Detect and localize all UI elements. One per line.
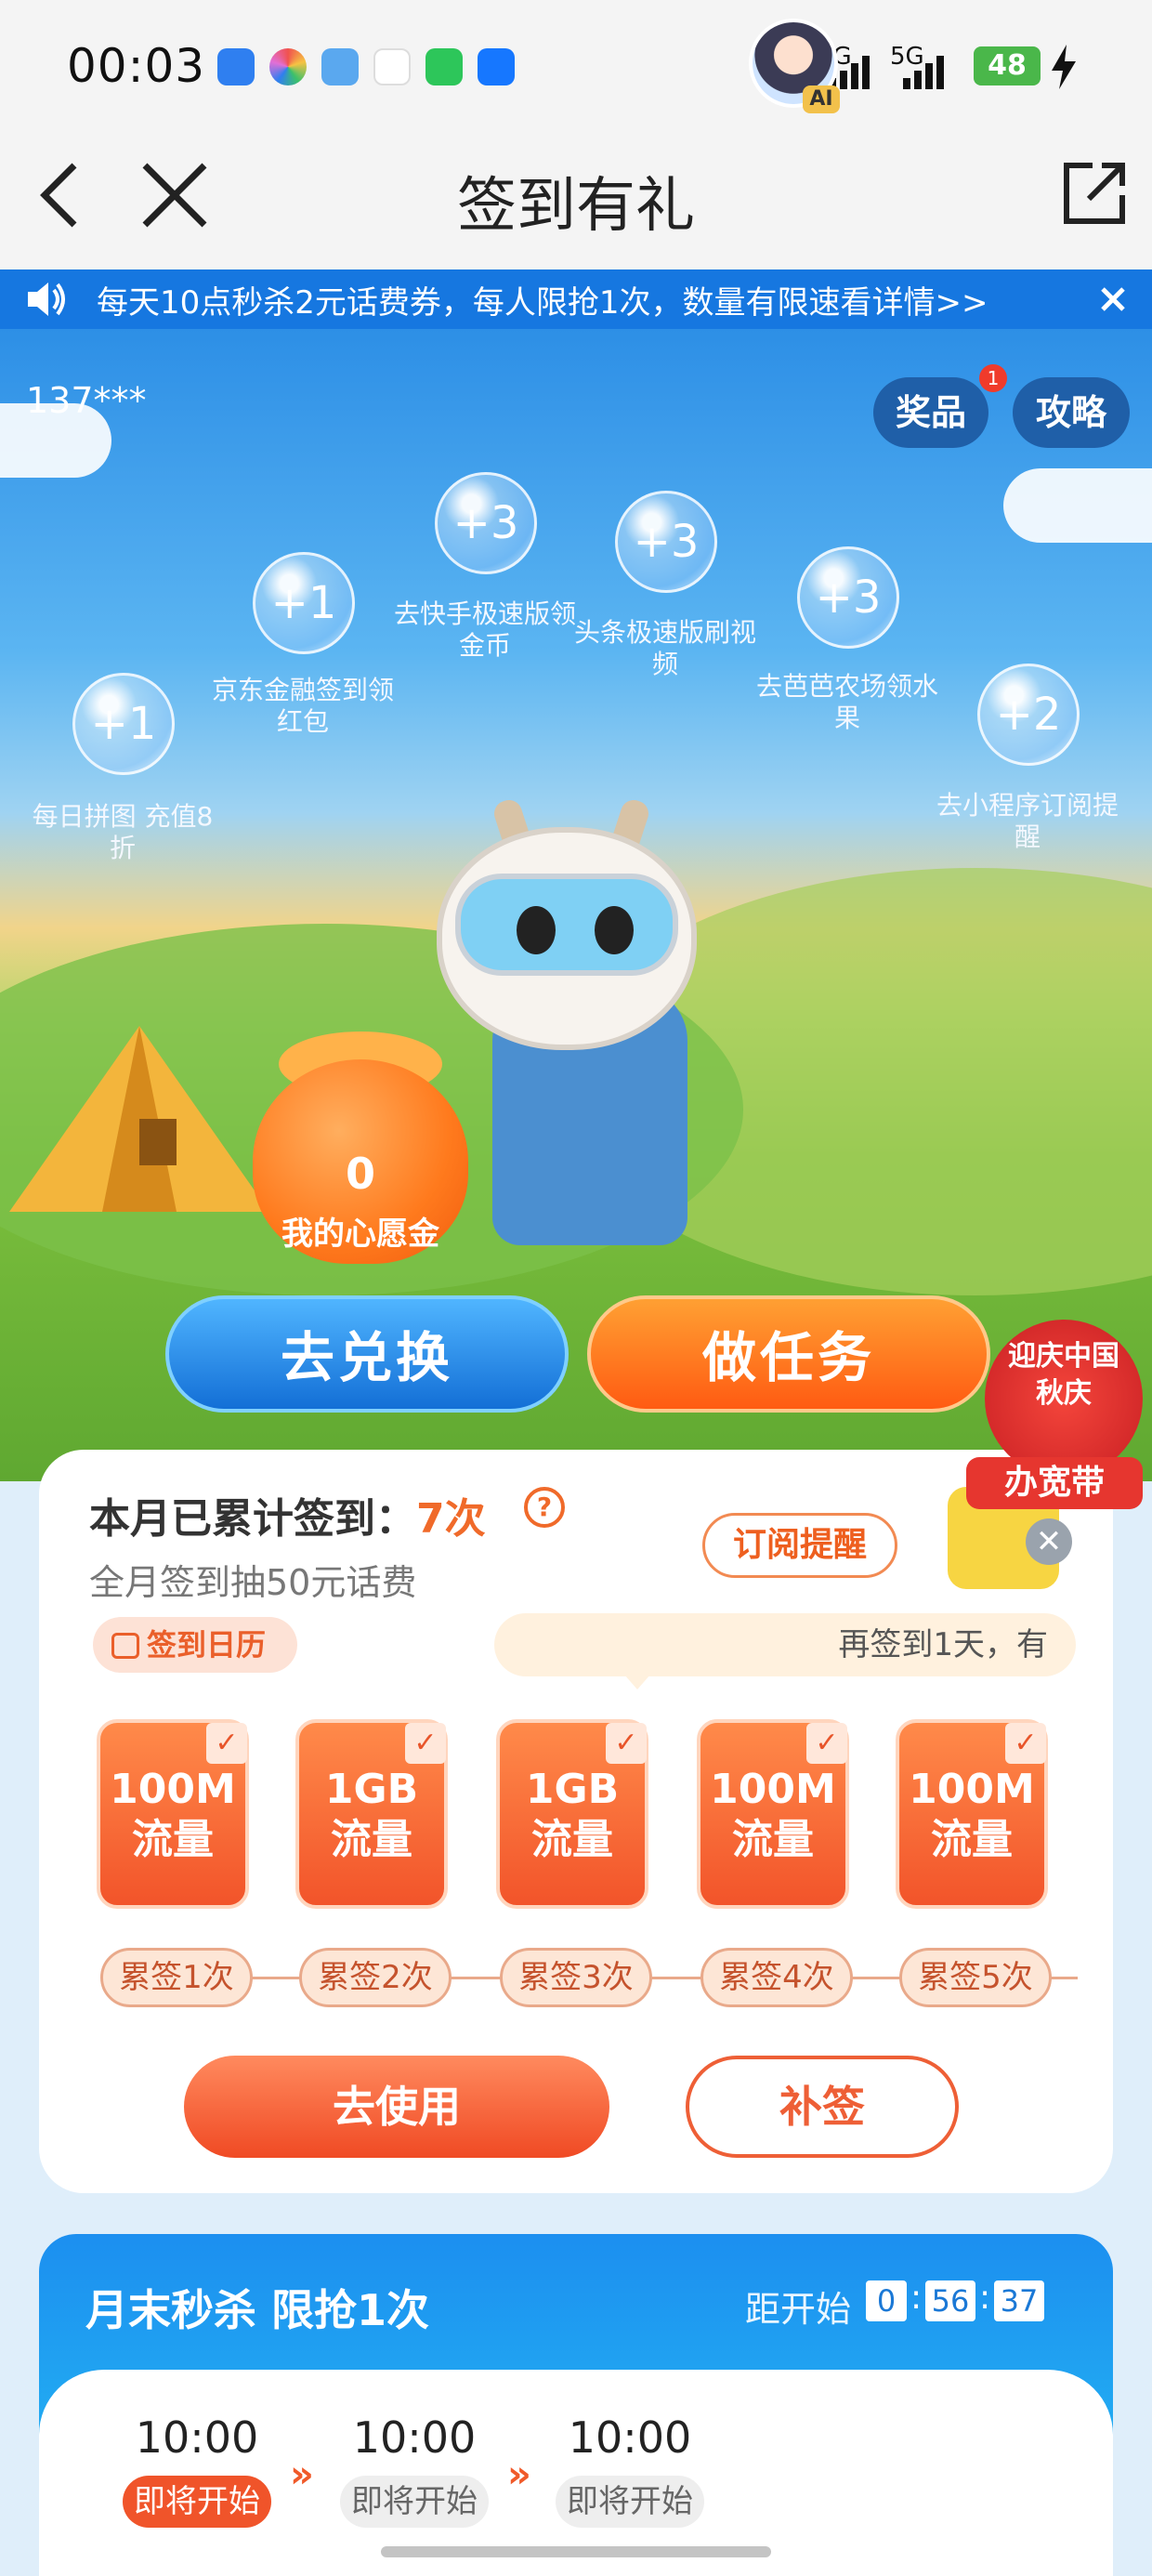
task-bubble-puzzle[interactable]: +1 xyxy=(72,673,175,775)
step-label: 累签2次 xyxy=(299,1948,452,2007)
home-indicator[interactable] xyxy=(381,2546,771,2557)
check-icon: ✓ xyxy=(405,1723,446,1764)
reward-amount: 100M xyxy=(110,1766,236,1813)
colorful-app-icon xyxy=(269,48,307,85)
signin-title-prefix: 本月已累计签到： xyxy=(89,1495,416,1543)
slot-time: 10:00 xyxy=(135,2412,259,2463)
makeup-signin-button[interactable]: 补签 xyxy=(686,2056,959,2158)
reward-amount: 100M xyxy=(909,1766,1035,1813)
reward-amount: 1GB xyxy=(525,1766,620,1813)
countdown-separator: : xyxy=(979,2279,991,2317)
task-label-puzzle: 每日拼图 充值8折 xyxy=(32,801,214,863)
alipay-app-icon xyxy=(478,48,515,85)
reward-unit: 流量 xyxy=(132,1816,214,1863)
flash-sale-slots xyxy=(39,2370,1113,2576)
speaker-icon xyxy=(26,281,69,322)
tip-arrow xyxy=(624,1675,650,1689)
countdown-seconds: 37 xyxy=(994,2280,1044,2321)
calendar-icon xyxy=(111,1633,139,1659)
mascot-eye xyxy=(517,906,556,954)
broadband-badge[interactable]: 办宽带 xyxy=(966,1457,1143,1509)
do-task-button[interactable]: 做任务 xyxy=(587,1295,990,1413)
countdown-separator: : xyxy=(910,2279,923,2317)
task-bubble-toutiao[interactable]: +3 xyxy=(615,491,717,593)
use-button[interactable]: 去使用 xyxy=(184,2056,609,2158)
notice-bar[interactable]: 每天10点秒杀2元话费券，每人限抢1次，数量有限速看详情>> xyxy=(0,269,1152,329)
slot-status-active[interactable]: 即将开始 xyxy=(123,2476,271,2528)
reward-amount: 1GB xyxy=(324,1766,419,1813)
task-bubble-farm[interactable]: +3 xyxy=(797,546,899,649)
wish-label: 我的心愿金 xyxy=(281,1216,439,1253)
cloud-decoration xyxy=(1003,468,1152,543)
slot-status[interactable]: 即将开始 xyxy=(340,2476,489,2528)
blue-app-icon xyxy=(217,48,255,85)
ai-tag: AI xyxy=(803,85,840,113)
charging-icon xyxy=(1050,45,1078,93)
help-icon[interactable]: ? xyxy=(524,1487,565,1528)
green-app-icon xyxy=(425,48,463,85)
signin-tip: 再签到1天，有 xyxy=(494,1613,1076,1676)
tent-icon xyxy=(0,1017,279,1225)
news-app-icon xyxy=(373,48,411,85)
signin-calendar-button[interactable]: 签到日历 xyxy=(93,1617,297,1673)
task-label-farm: 去芭芭农场领水果 xyxy=(755,671,938,733)
signin-subtitle: 全月签到抽50元话费 xyxy=(89,1562,417,1603)
arrow-icon: » xyxy=(290,2453,314,2496)
mascot-goggles xyxy=(455,874,678,976)
weather-app-icon xyxy=(321,48,359,85)
notice-close-icon[interactable] xyxy=(1100,286,1126,316)
badge-close-icon[interactable]: ✕ xyxy=(1026,1518,1072,1565)
countdown-label: 距开始 xyxy=(745,2289,852,2330)
share-icon[interactable] xyxy=(1059,158,1130,232)
reward-unit: 流量 xyxy=(931,1816,1013,1863)
user-phone: 137*** xyxy=(26,380,147,421)
task-label-kuaishou: 去快手极速版领金币 xyxy=(393,598,576,661)
signin-count: 7次 xyxy=(416,1495,486,1543)
signal-icon-2 xyxy=(901,56,948,93)
countdown-minutes: 56 xyxy=(925,2280,975,2321)
signin-title: 本月已累计签到：7次 xyxy=(89,1485,486,1544)
step-label: 累签5次 xyxy=(899,1948,1052,2007)
task-label-toutiao: 头条极速版刷视频 xyxy=(573,617,756,679)
slot-status[interactable]: 即将开始 xyxy=(556,2476,704,2528)
arrow-icon: » xyxy=(507,2453,531,2496)
status-time: 00:03 xyxy=(67,39,206,93)
reward-unit: 流量 xyxy=(331,1816,412,1863)
battery-indicator: 48 xyxy=(974,46,1041,85)
check-icon: ✓ xyxy=(1005,1723,1046,1764)
step-label: 累签3次 xyxy=(500,1948,652,2007)
prizes-button[interactable]: 奖品 xyxy=(873,377,988,448)
task-label-miniprogram: 去小程序订阅提醒 xyxy=(936,790,1119,852)
check-icon: ✓ xyxy=(206,1723,247,1764)
signin-calendar-label: 签到日历 xyxy=(147,1627,267,1663)
exchange-button[interactable]: 去兑换 xyxy=(165,1295,569,1413)
check-icon: ✓ xyxy=(806,1723,847,1764)
flash-sale-title: 月末秒杀 限抢1次 xyxy=(85,2285,430,2335)
mascot-eye xyxy=(595,906,634,954)
subscribe-reminder-button[interactable]: 订阅提醒 xyxy=(702,1513,897,1578)
slot-time: 10:00 xyxy=(568,2412,692,2463)
reward-unit: 流量 xyxy=(732,1816,814,1863)
reward-amount: 100M xyxy=(710,1766,836,1813)
countdown-hours: 0 xyxy=(866,2280,907,2321)
strategy-button[interactable]: 攻略 xyxy=(1013,377,1130,448)
task-bubble-jd[interactable]: +1 xyxy=(253,552,355,654)
task-bubble-miniprogram[interactable]: +2 xyxy=(977,664,1080,766)
slot-time: 10:00 xyxy=(352,2412,477,2463)
step-label: 累签1次 xyxy=(100,1948,253,2007)
wish-amount: 0 xyxy=(345,1149,375,1199)
notice-text[interactable]: 每天10点秒杀2元话费券，每人限抢1次，数量有限速看详情>> xyxy=(97,277,988,322)
prizes-badge: 1 xyxy=(979,364,1007,392)
festival-badge-text: 迎庆中国秋庆 xyxy=(1008,1340,1119,1410)
reward-unit: 流量 xyxy=(531,1816,613,1863)
page-title: 签到有礼 xyxy=(457,172,695,241)
task-bubble-kuaishou[interactable]: +3 xyxy=(435,472,537,574)
task-label-jd: 京东金融签到领红包 xyxy=(211,675,394,737)
step-label: 累签4次 xyxy=(700,1948,853,2007)
check-icon: ✓ xyxy=(606,1723,647,1764)
